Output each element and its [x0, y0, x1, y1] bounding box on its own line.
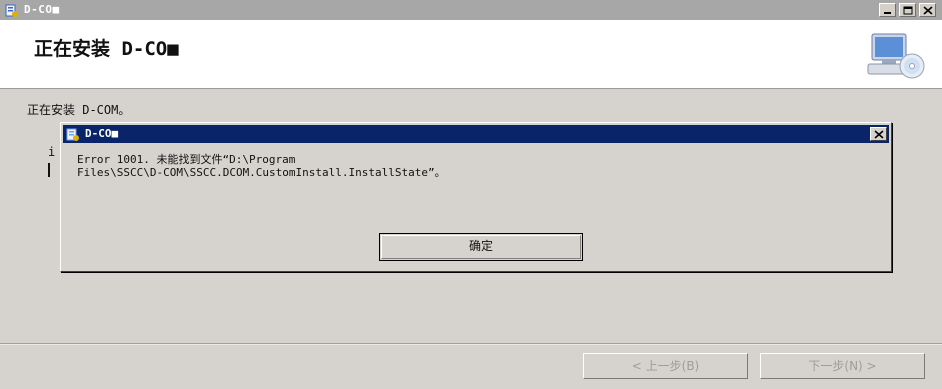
installer-banner: 正在安装 D-CO■	[0, 20, 942, 89]
back-button[interactable]: < 上一步(B)	[583, 353, 748, 379]
installer-app-icon	[5, 3, 19, 17]
dialog-title: D-CO■	[85, 127, 119, 140]
close-icon	[874, 130, 884, 139]
window-titlebar[interactable]: D-CO■	[0, 0, 942, 20]
installer-footer: < 上一步(B) 下一步(N) >	[0, 345, 942, 389]
dialog-close-button[interactable]	[870, 127, 887, 141]
close-icon	[923, 6, 933, 15]
computer-cd-icon	[866, 30, 928, 80]
next-button[interactable]: 下一步(N) >	[760, 353, 925, 379]
hidden-progress-label: i	[48, 145, 56, 159]
close-button[interactable]	[919, 3, 936, 17]
minimize-button[interactable]	[879, 3, 896, 17]
dialog-app-icon	[66, 127, 80, 141]
error-dialog: D-CO■ Error 1001. 未能找到文件“D:\Program File…	[60, 122, 892, 272]
hidden-progress-edge	[48, 163, 50, 177]
maximize-button[interactable]	[899, 3, 916, 17]
ok-button[interactable]: 确定	[379, 233, 583, 261]
minimize-icon	[884, 12, 891, 14]
error-message: Error 1001. 未能找到文件“D:\Program Files\SSCC…	[77, 153, 446, 179]
maximize-icon	[903, 6, 913, 15]
dialog-titlebar[interactable]: D-CO■	[63, 125, 889, 143]
install-status-text: 正在安装 D-COM。	[27, 103, 131, 117]
banner-title: 正在安装 D-CO■	[34, 38, 179, 60]
window-title: D-CO■	[24, 3, 60, 16]
